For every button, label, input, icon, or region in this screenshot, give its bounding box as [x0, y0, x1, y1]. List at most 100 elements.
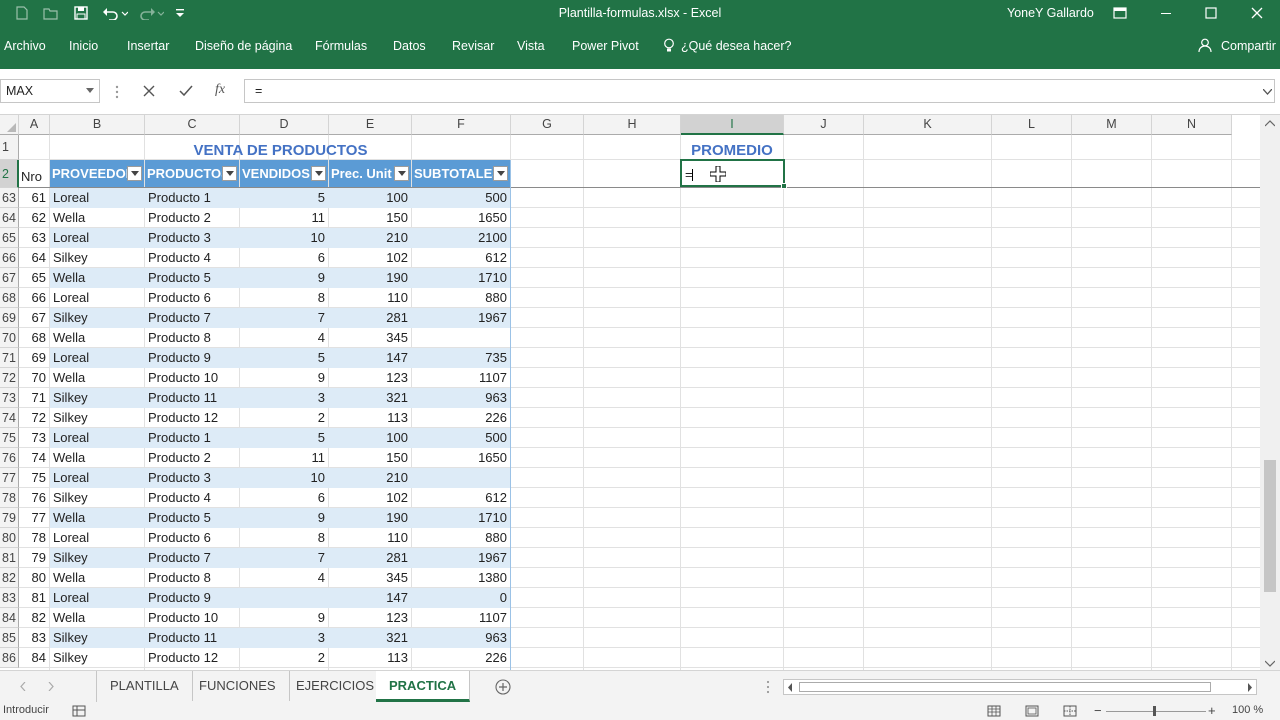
- cell-nro[interactable]: 84: [19, 648, 49, 668]
- cell-vendidos[interactable]: 3: [240, 388, 328, 408]
- cell-subtotal[interactable]: 0: [412, 588, 510, 608]
- cell-proveedor[interactable]: Silkey: [50, 488, 144, 508]
- cell-producto[interactable]: Producto 4: [145, 248, 239, 268]
- scroll-up-icon[interactable]: [1265, 120, 1275, 127]
- column-header-a[interactable]: A: [19, 115, 50, 135]
- macro-record-icon[interactable]: [72, 705, 86, 720]
- tab-vista[interactable]: Vista: [517, 39, 545, 53]
- cell-vendidos[interactable]: 9: [240, 508, 328, 528]
- column-header-c[interactable]: C: [145, 115, 240, 135]
- cell-nro[interactable]: 67: [19, 308, 49, 328]
- row-header-70[interactable]: 70: [0, 328, 19, 348]
- cancel-icon[interactable]: [143, 85, 155, 100]
- column-header-j[interactable]: J: [784, 115, 864, 135]
- column-header-g[interactable]: G: [511, 115, 584, 135]
- cell-precio[interactable]: 321: [329, 628, 411, 648]
- tab-formulas[interactable]: Fórmulas: [315, 39, 367, 53]
- cell-vendidos[interactable]: 9: [240, 268, 328, 288]
- zoom-out-button[interactable]: −: [1094, 703, 1102, 718]
- cell-producto[interactable]: Producto 5: [145, 508, 239, 528]
- active-cell[interactable]: =: [680, 159, 787, 189]
- row-header-2[interactable]: 2: [0, 160, 19, 188]
- page-layout-view-icon[interactable]: [1025, 705, 1039, 720]
- cell-producto[interactable]: Producto 11: [145, 628, 239, 648]
- cell-proveedor[interactable]: Silkey: [50, 548, 144, 568]
- row-header-85[interactable]: 85: [0, 628, 19, 648]
- cell-proveedor[interactable]: Loreal: [50, 188, 144, 208]
- cell-precio[interactable]: 113: [329, 648, 411, 668]
- cell-vendidos[interactable]: 5: [240, 348, 328, 368]
- cell-subtotal[interactable]: 963: [412, 628, 510, 648]
- filter-dropdown-icon[interactable]: [127, 166, 142, 181]
- horizontal-scroll-thumb[interactable]: [799, 682, 1211, 692]
- next-sheet-icon[interactable]: [48, 682, 54, 691]
- scroll-right-icon[interactable]: [1247, 683, 1253, 692]
- cell-vendidos[interactable]: 2: [240, 408, 328, 428]
- row-header-64[interactable]: 64: [0, 208, 19, 228]
- cell-vendidos[interactable]: 8: [240, 288, 328, 308]
- column-header-d[interactable]: D: [240, 115, 329, 135]
- cell-precio[interactable]: 110: [329, 288, 411, 308]
- cell-subtotal[interactable]: 500: [412, 188, 510, 208]
- cell-subtotal[interactable]: 226: [412, 648, 510, 668]
- filter-dropdown-icon[interactable]: [493, 166, 508, 181]
- maximize-icon[interactable]: [1200, 0, 1222, 26]
- cell-producto[interactable]: Producto 12: [145, 648, 239, 668]
- tab-datos[interactable]: Datos: [393, 39, 426, 53]
- row-header-86[interactable]: 86: [0, 648, 19, 668]
- cell-producto[interactable]: Producto 1: [145, 188, 239, 208]
- cell-subtotal[interactable]: [412, 328, 510, 348]
- cell-proveedor[interactable]: Wella: [50, 568, 144, 588]
- cell-precio[interactable]: 100: [329, 428, 411, 448]
- formula-input[interactable]: =: [244, 79, 1275, 103]
- tab-power-pivot[interactable]: Power Pivot: [572, 39, 639, 53]
- cell-proveedor[interactable]: Loreal: [50, 588, 144, 608]
- row-header-73[interactable]: 73: [0, 388, 19, 408]
- cell-subtotal[interactable]: 963: [412, 388, 510, 408]
- cell-proveedor[interactable]: Silkey: [50, 388, 144, 408]
- cell-subtotal[interactable]: 1107: [412, 608, 510, 628]
- cell-proveedor[interactable]: Silkey: [50, 408, 144, 428]
- cell-producto[interactable]: Producto 1: [145, 428, 239, 448]
- scroll-left-icon[interactable]: [787, 683, 793, 692]
- column-header-n[interactable]: N: [1152, 115, 1232, 135]
- prev-sheet-icon[interactable]: [20, 682, 26, 691]
- row-header-65[interactable]: 65: [0, 228, 19, 248]
- cell-subtotal[interactable]: 1380: [412, 568, 510, 588]
- column-header-i[interactable]: I: [681, 115, 784, 135]
- cell-precio[interactable]: 123: [329, 368, 411, 388]
- cell-proveedor[interactable]: Silkey: [50, 628, 144, 648]
- zoom-slider[interactable]: [1106, 711, 1206, 712]
- cell-nro[interactable]: 79: [19, 548, 49, 568]
- new-file-icon[interactable]: [12, 0, 32, 26]
- cell-vendidos[interactable]: 10: [240, 228, 328, 248]
- cell-subtotal[interactable]: 500: [412, 428, 510, 448]
- cell-nro[interactable]: 82: [19, 608, 49, 628]
- cell-producto[interactable]: Producto 8: [145, 328, 239, 348]
- cell-nro[interactable]: 78: [19, 528, 49, 548]
- cell-proveedor[interactable]: Wella: [50, 448, 144, 468]
- cell-proveedor[interactable]: Wella: [50, 608, 144, 628]
- cell-nro[interactable]: 63: [19, 228, 49, 248]
- cell-nro[interactable]: 70: [19, 368, 49, 388]
- cell-proveedor[interactable]: Loreal: [50, 468, 144, 488]
- cell-nro[interactable]: 71: [19, 388, 49, 408]
- scroll-down-icon[interactable]: [1265, 660, 1275, 667]
- undo-icon[interactable]: [100, 0, 130, 26]
- cell-subtotal[interactable]: 880: [412, 528, 510, 548]
- row-header-71[interactable]: 71: [0, 348, 19, 368]
- cell-subtotal[interactable]: [412, 468, 510, 488]
- cell-subtotal[interactable]: 1650: [412, 208, 510, 228]
- cell-subtotal[interactable]: 735: [412, 348, 510, 368]
- cell-vendidos[interactable]: 3: [240, 628, 328, 648]
- cell-precio[interactable]: 123: [329, 608, 411, 628]
- sheet-tab-ejercicios[interactable]: EJERCICIOS: [283, 671, 389, 701]
- cell-nro[interactable]: 61: [19, 188, 49, 208]
- cell-proveedor[interactable]: Silkey: [50, 308, 144, 328]
- vertical-scrollbar[interactable]: [1260, 115, 1280, 670]
- cell-vendidos[interactable]: 6: [240, 248, 328, 268]
- row-header-72[interactable]: 72: [0, 368, 19, 388]
- cell-proveedor[interactable]: Loreal: [50, 228, 144, 248]
- cell-vendidos[interactable]: 6: [240, 488, 328, 508]
- cell-precio[interactable]: 321: [329, 388, 411, 408]
